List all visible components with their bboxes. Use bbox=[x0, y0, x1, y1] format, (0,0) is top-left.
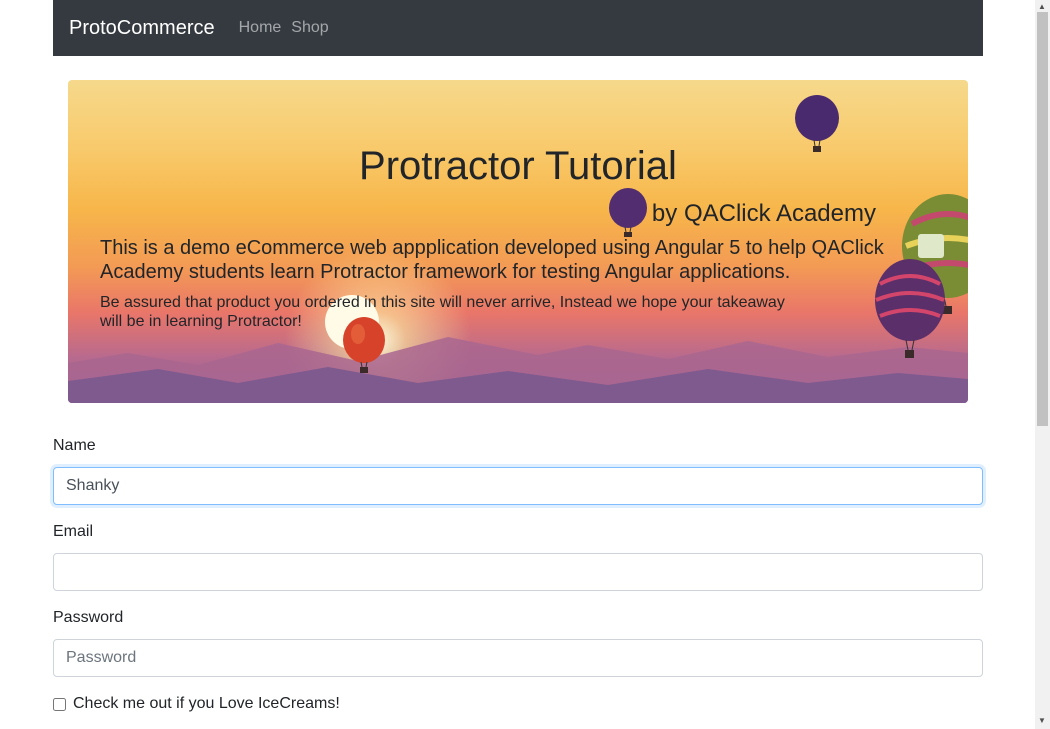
hero-title: Protractor Tutorial bbox=[359, 144, 677, 188]
balloon-image bbox=[609, 188, 647, 237]
name-field[interactable] bbox=[53, 467, 983, 505]
mountains-image bbox=[68, 337, 968, 403]
nav-link-shop[interactable]: Shop bbox=[291, 19, 328, 37]
brand-link[interactable]: ProtoCommerce bbox=[69, 17, 215, 40]
icecream-checkbox-row: Check me out if you Love IceCreams! bbox=[53, 695, 340, 713]
password-label: Password bbox=[53, 609, 124, 626]
page-scrollbar[interactable]: ▲ ▼ bbox=[1035, 0, 1050, 729]
scroll-up-arrow-icon[interactable]: ▲ bbox=[1038, 2, 1046, 11]
icecream-checkbox[interactable] bbox=[53, 697, 66, 711]
icecream-checkbox-label[interactable]: Check me out if you Love IceCreams! bbox=[73, 695, 340, 713]
nav-link-home[interactable]: Home bbox=[239, 19, 282, 37]
name-label: Name bbox=[53, 437, 96, 454]
email-field[interactable] bbox=[53, 553, 983, 591]
hero-banner: Protractor Tutorial by QAClick Academy T… bbox=[68, 80, 968, 403]
email-label: Email bbox=[53, 523, 94, 540]
hero-lead-text: This is a demo eCommerce web appplicatio… bbox=[100, 237, 884, 283]
password-field[interactable] bbox=[53, 639, 983, 677]
hero-subtitle: by QAClick Academy bbox=[651, 200, 876, 227]
top-navbar: ProtoCommerce Home Shop bbox=[53, 0, 983, 56]
scrollbar-thumb[interactable] bbox=[1037, 12, 1048, 426]
hero-description: Be assured that product you ordered in t… bbox=[100, 294, 785, 330]
scroll-down-arrow-icon[interactable]: ▼ bbox=[1038, 716, 1046, 725]
